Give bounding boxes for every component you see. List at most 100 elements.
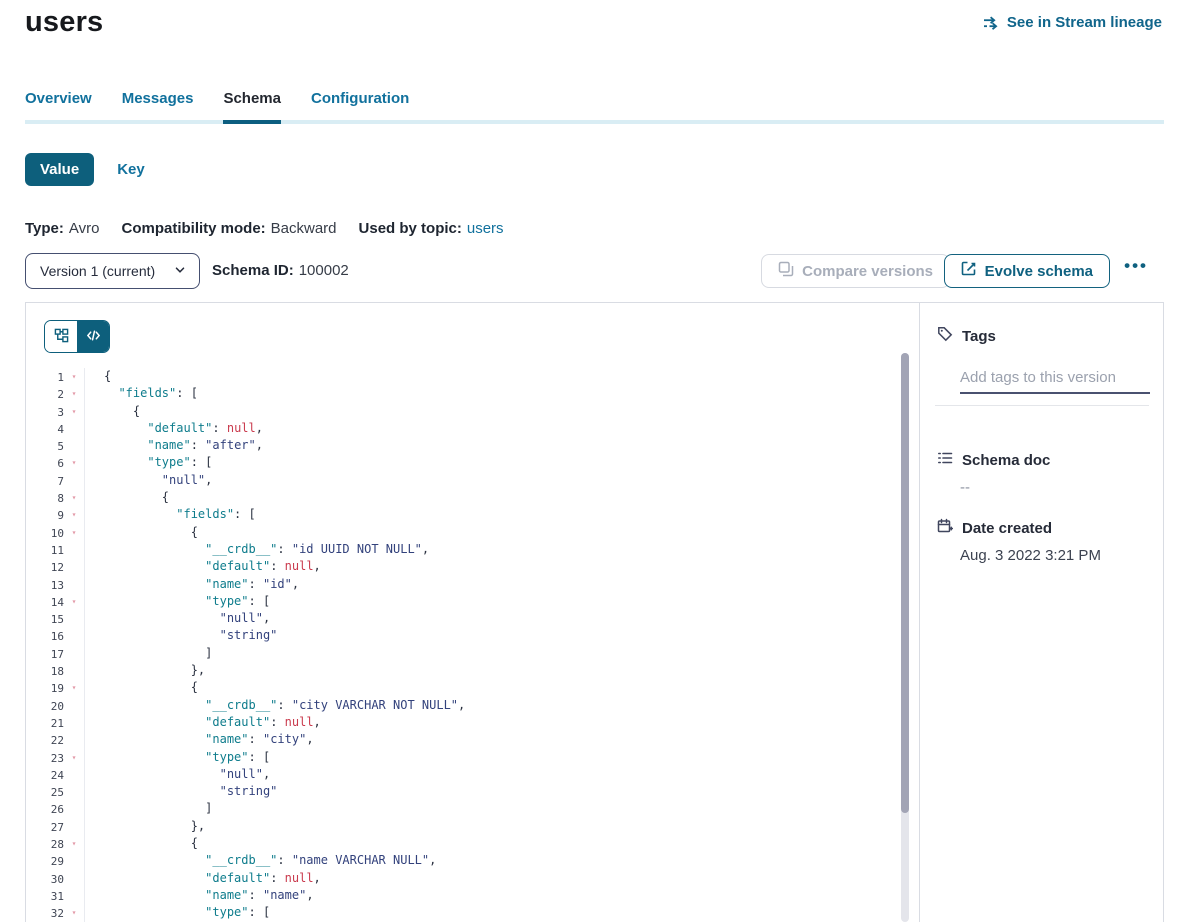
line-number: 2 bbox=[26, 385, 64, 402]
more-actions-button[interactable]: ••• bbox=[1124, 256, 1148, 276]
code-line: 5 "name": "after", bbox=[26, 437, 899, 454]
code-line: 12 "default": null, bbox=[26, 558, 899, 575]
code-text: "name": "name", bbox=[85, 887, 314, 904]
code-line: 11 "__crdb__": "id UUID NOT NULL", bbox=[26, 541, 899, 558]
line-number: 26 bbox=[26, 800, 64, 817]
tree-view-icon bbox=[54, 328, 69, 346]
fold-spacer bbox=[64, 662, 85, 679]
code-line: 32▾ "type": [ bbox=[26, 904, 899, 921]
code-line: 22 "name": "city", bbox=[26, 731, 899, 748]
fold-spacer bbox=[64, 472, 85, 489]
fold-toggle-icon[interactable]: ▾ bbox=[64, 368, 85, 385]
code-line: 15 "null", bbox=[26, 610, 899, 627]
line-number: 1 bbox=[26, 368, 64, 385]
line-number: 19 bbox=[26, 679, 64, 696]
tab-schema[interactable]: Schema bbox=[223, 90, 281, 120]
fold-spacer bbox=[64, 731, 85, 748]
code-line: 25 "string" bbox=[26, 783, 899, 800]
code-text: "null", bbox=[85, 472, 212, 489]
code-line: 28▾ { bbox=[26, 835, 899, 852]
fold-toggle-icon[interactable]: ▾ bbox=[64, 403, 85, 420]
evolve-schema-edit-icon bbox=[961, 261, 977, 281]
code-text: "null", bbox=[85, 610, 270, 627]
tree-view-button[interactable] bbox=[45, 321, 77, 352]
code-scrollbar-thumb[interactable] bbox=[901, 353, 909, 813]
add-tags-input[interactable] bbox=[960, 367, 1150, 394]
code-line: 14▾ "type": [ bbox=[26, 593, 899, 610]
code-text: { bbox=[85, 679, 198, 696]
code-text: { bbox=[85, 403, 140, 420]
page-title: users bbox=[25, 6, 103, 39]
version-row: Version 1 (current) Schema ID:100002 Com… bbox=[25, 253, 1164, 289]
code-text: ] bbox=[85, 645, 212, 662]
code-text: "__crdb__": "city VARCHAR NOT NULL", bbox=[85, 697, 465, 714]
tab-underline-track bbox=[25, 120, 1164, 124]
code-text: "fields": [ bbox=[85, 506, 256, 523]
code-view-button[interactable] bbox=[77, 321, 109, 352]
code-text: { bbox=[85, 489, 169, 506]
fold-toggle-icon[interactable]: ▾ bbox=[64, 454, 85, 471]
code-line: 9▾ "fields": [ bbox=[26, 506, 899, 523]
schema-meta-row: Type:Avro Compatibility mode:Backward Us… bbox=[25, 220, 504, 237]
fold-toggle-icon[interactable]: ▾ bbox=[64, 385, 85, 402]
fold-toggle-icon[interactable]: ▾ bbox=[64, 904, 85, 921]
code-text: "default": null, bbox=[85, 420, 263, 437]
fold-spacer bbox=[64, 887, 85, 904]
line-number: 3 bbox=[26, 403, 64, 420]
fold-spacer bbox=[64, 697, 85, 714]
value-toggle-button[interactable]: Value bbox=[25, 153, 94, 186]
line-number: 4 bbox=[26, 420, 64, 437]
code-line: 17 ] bbox=[26, 645, 899, 662]
tab-overview[interactable]: Overview bbox=[25, 90, 92, 120]
fold-spacer bbox=[64, 852, 85, 869]
line-number: 32 bbox=[26, 904, 64, 921]
fold-toggle-icon[interactable]: ▾ bbox=[64, 679, 85, 696]
see-in-stream-lineage-link[interactable]: See in Stream lineage bbox=[983, 14, 1162, 31]
line-number: 6 bbox=[26, 454, 64, 471]
topic-link[interactable]: users bbox=[467, 220, 504, 237]
code-scrollbar-track[interactable] bbox=[901, 353, 909, 922]
tab-configuration[interactable]: Configuration bbox=[311, 90, 409, 120]
line-number: 29 bbox=[26, 852, 64, 869]
code-text: { bbox=[85, 835, 198, 852]
fold-toggle-icon[interactable]: ▾ bbox=[64, 593, 85, 610]
code-line: 2▾ "fields": [ bbox=[26, 385, 899, 402]
fold-spacer bbox=[64, 645, 85, 662]
fold-toggle-icon[interactable]: ▾ bbox=[64, 835, 85, 852]
line-number: 25 bbox=[26, 783, 64, 800]
code-text: "type": [ bbox=[85, 904, 270, 921]
key-toggle-button[interactable]: Key bbox=[117, 161, 145, 178]
code-line: 23▾ "type": [ bbox=[26, 749, 899, 766]
code-text: "string" bbox=[85, 627, 277, 644]
code-text: "name": "id", bbox=[85, 576, 299, 593]
code-line: 4 "default": null, bbox=[26, 420, 899, 437]
code-text: "null", bbox=[85, 766, 270, 783]
schema-panel: 1▾{2▾ "fields": [3▾ {4 "default": null,5… bbox=[25, 302, 1164, 922]
code-line: 27 }, bbox=[26, 818, 899, 835]
fold-spacer bbox=[64, 576, 85, 593]
version-select[interactable]: Version 1 (current) bbox=[25, 253, 200, 289]
code-text: "name": "after", bbox=[85, 437, 263, 454]
compatibility-value: Backward bbox=[271, 220, 337, 237]
code-text: { bbox=[85, 368, 111, 385]
ellipsis-icon: ••• bbox=[1124, 256, 1148, 275]
fold-toggle-icon[interactable]: ▾ bbox=[64, 489, 85, 506]
evolve-schema-button[interactable]: Evolve schema bbox=[944, 254, 1110, 288]
fold-spacer bbox=[64, 800, 85, 817]
fold-toggle-icon[interactable]: ▾ bbox=[64, 524, 85, 541]
fold-toggle-icon[interactable]: ▾ bbox=[64, 749, 85, 766]
line-number: 14 bbox=[26, 593, 64, 610]
code-text: "fields": [ bbox=[85, 385, 198, 402]
tab-messages[interactable]: Messages bbox=[122, 90, 194, 120]
code-line: 8▾ { bbox=[26, 489, 899, 506]
compare-versions-label: Compare versions bbox=[802, 263, 933, 280]
used-by-topic-field: Used by topic:users bbox=[359, 220, 504, 237]
line-number: 20 bbox=[26, 697, 64, 714]
compare-versions-button[interactable]: Compare versions bbox=[761, 254, 950, 288]
fold-spacer bbox=[64, 610, 85, 627]
schema-id-field: Schema ID:100002 bbox=[212, 262, 349, 279]
fold-toggle-icon[interactable]: ▾ bbox=[64, 506, 85, 523]
line-number: 30 bbox=[26, 870, 64, 887]
schema-sidebar: Tags Schema doc -- bbox=[919, 303, 1163, 922]
code-line: 30 "default": null, bbox=[26, 870, 899, 887]
